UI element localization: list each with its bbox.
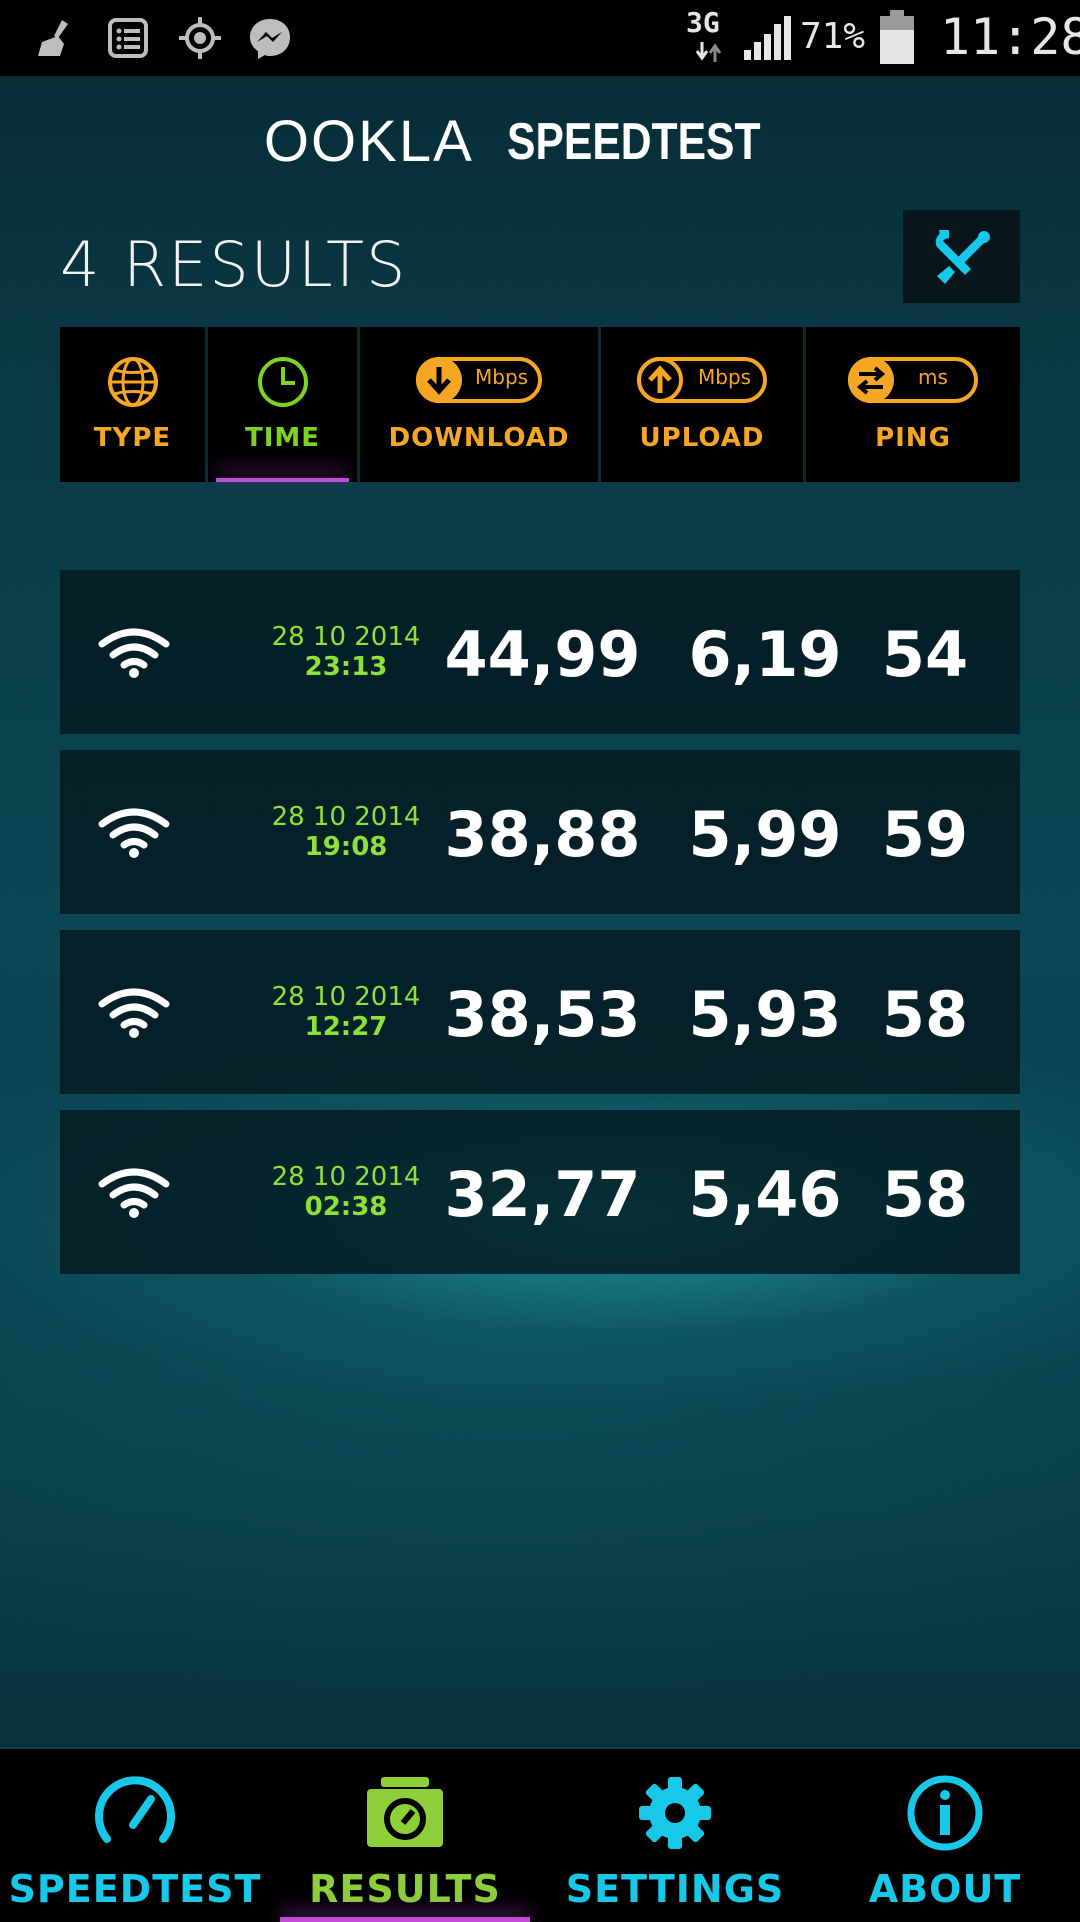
network-type: 3G [686, 6, 720, 39]
result-ping: 58 [881, 978, 969, 1051]
sort-header-bar: TYPE TIME Mbps DOWNLOAD Mbps UPLOAD ms P… [60, 327, 1020, 482]
upload-unit-pill: Mbps [637, 357, 767, 403]
result-row[interactable]: 28 10 2014 23:13 44,99 6,19 54 [60, 570, 1020, 734]
list-icon [108, 18, 148, 58]
speedometer-icon [95, 1776, 175, 1843]
nav-label-settings: SETTINGS [565, 1867, 785, 1911]
battery-icon [880, 10, 914, 64]
wifi-icon [98, 628, 170, 678]
column-label-ping: PING [875, 423, 951, 453]
upload-arrow-icon [648, 365, 672, 393]
column-label-download: DOWNLOAD [388, 423, 570, 453]
result-row[interactable]: 28 10 2014 12:27 38,53 5,93 58 [60, 930, 1020, 1094]
sort-by-time[interactable]: TIME [208, 327, 360, 482]
ping-unit-pill: ms [848, 357, 978, 403]
signal-icon [744, 16, 791, 60]
result-row[interactable]: 28 10 2014 19:08 38,88 5,99 59 [60, 750, 1020, 914]
nav-results[interactable]: RESULTS [270, 1749, 540, 1922]
ping-arrows-icon [856, 366, 886, 395]
battery-percent: 71% [800, 16, 866, 57]
wifi-icon [98, 808, 170, 858]
result-ping: 54 [881, 618, 969, 691]
info-icon [907, 1775, 983, 1851]
column-label-type: TYPE [93, 423, 172, 453]
gear-icon [639, 1777, 711, 1849]
bottom-nav: SPEEDTEST RESULTS SETTINGS ABOUT [0, 1747, 1080, 1922]
nav-label-speedtest: SPEEDTEST [8, 1867, 262, 1911]
nav-settings[interactable]: SETTINGS [540, 1749, 810, 1922]
wrench-screwdriver-icon [935, 229, 990, 284]
result-row[interactable]: 28 10 2014 02:38 32,77 5,46 58 [60, 1110, 1020, 1274]
nav-label-about: ABOUT [868, 1867, 1022, 1911]
results-folder-icon [367, 1777, 443, 1847]
result-ping: 58 [881, 1158, 969, 1231]
upload-unit: Mbps [698, 365, 752, 389]
tools-button[interactable] [903, 210, 1020, 303]
results-list: 28 10 2014 23:13 44,99 6,19 54 28 10 201… [60, 570, 1020, 1290]
sort-by-upload[interactable]: Mbps UPLOAD [601, 327, 806, 482]
download-arrow-icon [427, 367, 451, 395]
ping-unit: ms [918, 365, 948, 389]
sort-by-ping[interactable]: ms PING [806, 327, 1020, 482]
result-ping: 59 [881, 798, 969, 871]
sort-by-download[interactable]: Mbps DOWNLOAD [360, 327, 601, 482]
wifi-icon [98, 988, 170, 1038]
download-unit: Mbps [475, 365, 529, 389]
globe-icon [107, 357, 158, 407]
nav-speedtest[interactable]: SPEEDTEST [0, 1749, 270, 1922]
results-count-title: 4 RESULTS [60, 228, 408, 301]
column-label-upload: UPLOAD [639, 423, 765, 453]
broom-icon [38, 20, 68, 56]
clock: 11:28 [940, 8, 1080, 66]
app-logo: OOKLA SPEEDTEST [0, 108, 1080, 198]
messenger-icon [250, 19, 290, 59]
wifi-icon [98, 1168, 170, 1218]
sort-by-type[interactable]: TYPE [60, 327, 208, 482]
gps-icon [179, 17, 221, 59]
download-unit-pill: Mbps [416, 357, 542, 403]
brand-speedtest: SPEEDTEST [506, 112, 761, 171]
status-bar: 3G 71% 11:28 [0, 0, 1080, 76]
clock-icon [257, 357, 308, 407]
data-arrows-icon [695, 42, 722, 62]
brand-ookla: OOKLA [263, 109, 474, 174]
nav-label-results: RESULTS [309, 1867, 501, 1911]
column-label-time: TIME [244, 423, 321, 453]
nav-about[interactable]: ABOUT [810, 1749, 1080, 1922]
